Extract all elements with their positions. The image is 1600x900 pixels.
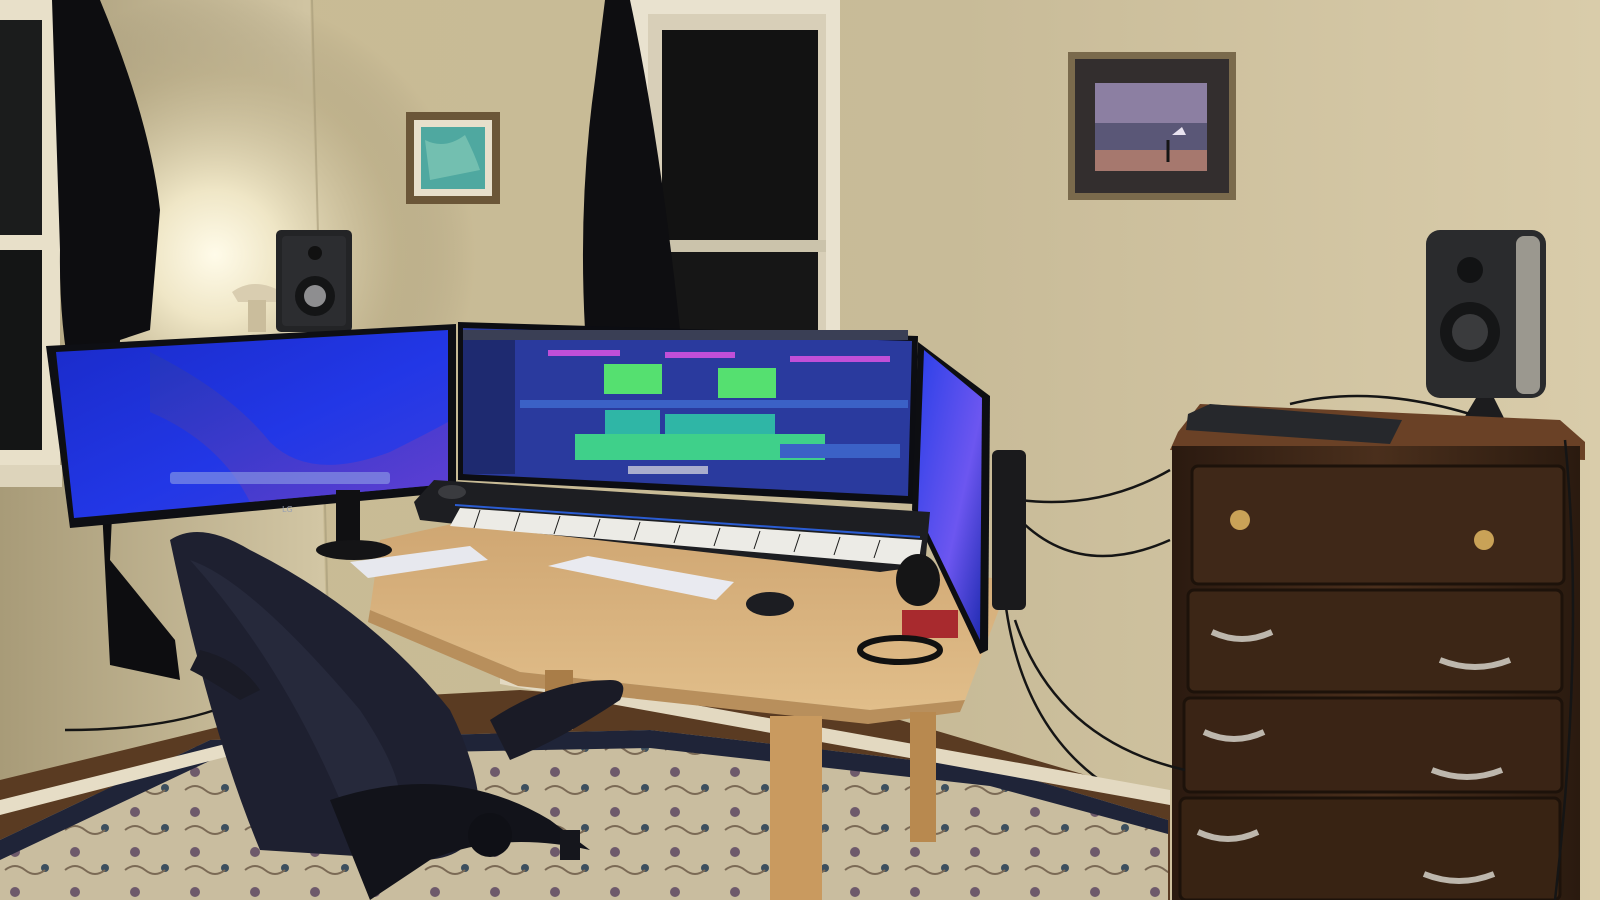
dresser xyxy=(1170,404,1585,900)
monitor-center xyxy=(458,322,918,504)
mouse xyxy=(746,592,794,616)
framed-picture-small xyxy=(406,112,500,204)
drawer-knob xyxy=(1230,510,1250,530)
studio-speaker-left xyxy=(276,230,352,332)
monitor-logo: LG xyxy=(282,505,293,514)
monitor-arm xyxy=(992,450,1026,610)
dock-bar xyxy=(170,472,390,484)
photo-canvas: LG xyxy=(0,0,1600,900)
framed-picture-large xyxy=(1068,52,1236,200)
studio-photo: LG xyxy=(0,0,1600,900)
drawer-knob xyxy=(1474,530,1494,550)
studio-speaker-right xyxy=(1426,230,1546,418)
left-window xyxy=(0,0,62,487)
